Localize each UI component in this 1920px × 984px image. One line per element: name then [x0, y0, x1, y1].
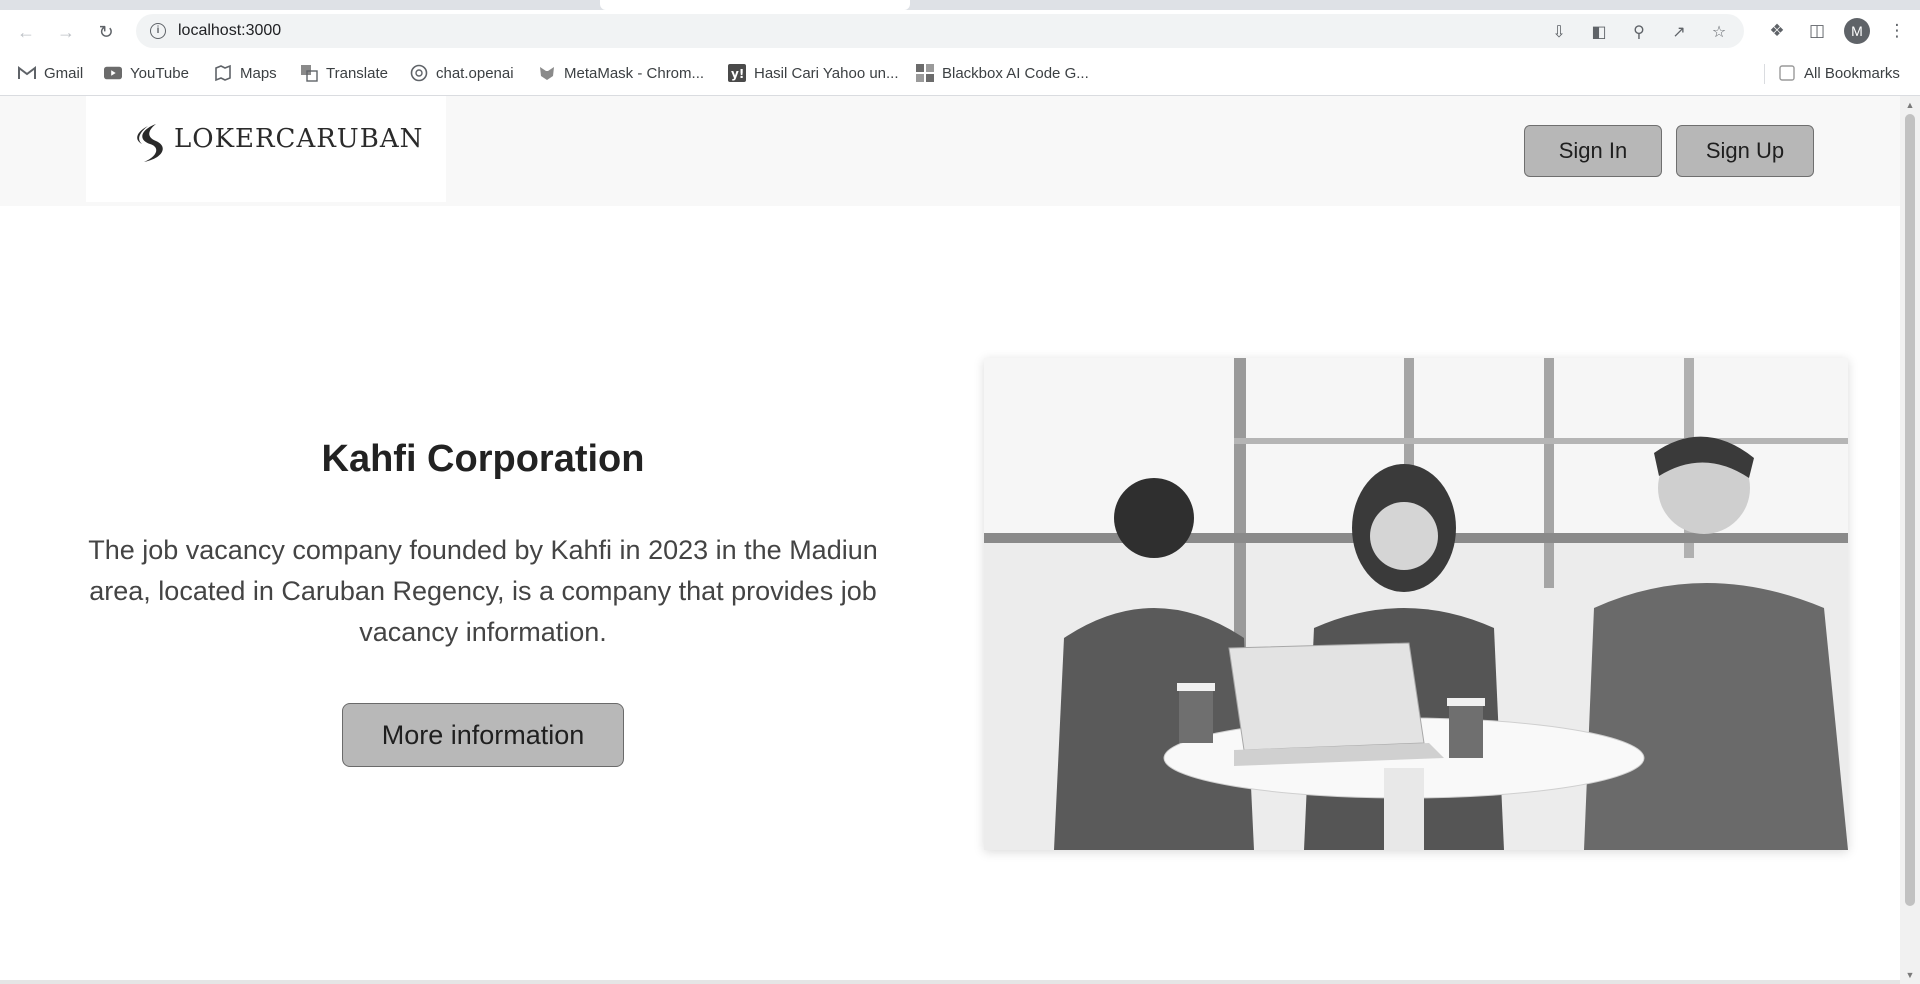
maps-icon	[214, 64, 232, 82]
browser-toolbar: ← → ↻ i localhost:3000 ⇩ ◧ ⚲ ↗ ☆ ❖ ◫ M ⋮	[0, 10, 1920, 52]
bookmark-label: Gmail	[44, 64, 84, 82]
hero-title: Kahfi Corporation	[321, 438, 645, 480]
bookmark-label: YouTube	[130, 64, 189, 82]
side-panel-icon[interactable]: ◫	[1804, 18, 1830, 44]
bookmark-chat-openai[interactable]: chat.openai	[410, 64, 514, 82]
bookmarks-bar: Gmail YouTube Maps Translate chat.openai…	[0, 52, 1920, 96]
bookmark-maps[interactable]: Maps	[214, 64, 277, 82]
bookmark-star-icon[interactable]: ☆	[1708, 21, 1730, 43]
share-icon[interactable]: ↗	[1668, 21, 1690, 43]
translate-icon	[300, 64, 318, 82]
logo-mark-icon	[137, 124, 163, 162]
translate-page-icon[interactable]: ◧	[1588, 21, 1610, 43]
blackbox-icon	[916, 64, 934, 82]
folder-icon	[1778, 64, 1796, 82]
address-bar[interactable]: i localhost:3000 ⇩ ◧ ⚲ ↗ ☆	[136, 14, 1744, 48]
page-scrollbar[interactable]: ▲ ▼	[1900, 96, 1920, 984]
scroll-down-arrow-icon[interactable]: ▼	[1904, 970, 1916, 980]
youtube-icon	[104, 64, 122, 82]
site-logo[interactable]: LOKERCARUBAN	[86, 96, 446, 202]
bookmark-label: Maps	[240, 64, 277, 82]
bookmark-label: Translate	[326, 64, 388, 82]
scroll-up-arrow-icon[interactable]: ▲	[1904, 100, 1916, 110]
bookmark-label: chat.openai	[436, 64, 514, 82]
openai-icon	[410, 64, 428, 82]
bookmarks-divider	[1764, 64, 1765, 84]
more-information-button[interactable]: More information	[342, 703, 624, 767]
gmail-icon	[18, 64, 36, 82]
menu-kebab-icon[interactable]: ⋮	[1884, 18, 1910, 44]
bookmark-yahoo[interactable]: y! Hasil Cari Yahoo un...	[728, 64, 899, 82]
bookmark-youtube[interactable]: YouTube	[104, 64, 189, 82]
scrollbar-thumb[interactable]	[1905, 114, 1915, 906]
back-arrow-icon[interactable]: ←	[12, 18, 40, 46]
sign-in-button[interactable]: Sign In	[1524, 125, 1662, 177]
svg-text:y!: y!	[731, 67, 744, 81]
hero-description: The job vacancy company founded by Kahfi…	[88, 535, 878, 647]
hero-image	[984, 358, 1848, 850]
active-tab[interactable]	[600, 0, 910, 10]
reload-icon[interactable]: ↻	[92, 18, 120, 46]
page-bottom-divider	[0, 980, 1900, 984]
bookmark-metamask[interactable]: MetaMask - Chrom...	[538, 64, 704, 82]
bookmark-translate[interactable]: Translate	[300, 64, 388, 82]
bookmark-label: MetaMask - Chrom...	[564, 64, 705, 82]
sign-up-button[interactable]: Sign Up	[1676, 125, 1814, 177]
logo-text: LOKERCARUBAN	[174, 124, 424, 154]
bookmark-label: Hasil Cari Yahoo un...	[754, 64, 899, 82]
all-bookmarks-label: All Bookmarks	[1804, 64, 1900, 82]
bookmark-blackbox[interactable]: Blackbox AI Code G...	[916, 64, 1089, 82]
page-viewport: LOKERCARUBAN Sign In Sign Up Kahfi Corpo…	[0, 96, 1900, 984]
metamask-icon	[538, 64, 556, 82]
site-header: LOKERCARUBAN Sign In Sign Up	[0, 96, 1900, 206]
bookmark-gmail[interactable]: Gmail	[18, 64, 83, 82]
tab-strip	[0, 0, 1920, 10]
site-info-icon[interactable]: i	[150, 23, 166, 39]
forward-arrow-icon[interactable]: →	[52, 18, 80, 46]
team-meeting-photo	[984, 358, 1848, 850]
zoom-icon[interactable]: ⚲	[1628, 21, 1650, 43]
url-text[interactable]: localhost:3000	[178, 22, 281, 40]
extensions-icon[interactable]: ❖	[1764, 18, 1790, 44]
bookmark-label: Blackbox AI Code G...	[942, 64, 1089, 82]
profile-avatar[interactable]: M	[1844, 18, 1870, 44]
all-bookmarks[interactable]: All Bookmarks	[1778, 64, 1900, 82]
yahoo-icon: y!	[728, 64, 746, 82]
install-app-icon[interactable]: ⇩	[1548, 21, 1570, 43]
